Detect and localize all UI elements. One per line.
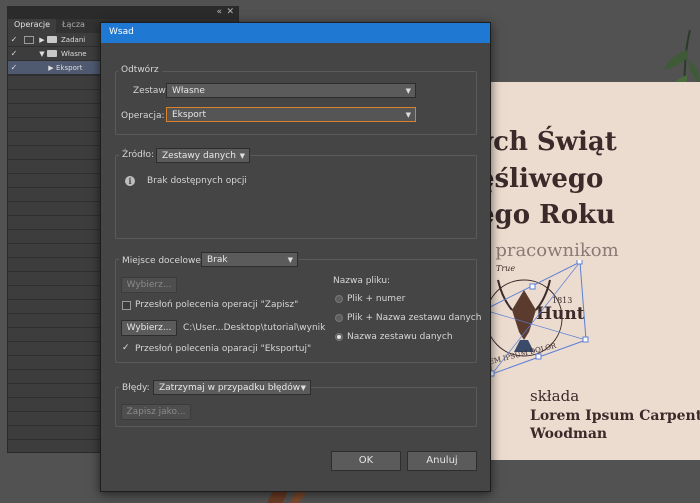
chevron-down-icon: ▼: [300, 384, 306, 392]
action-row-label: Własne: [61, 49, 87, 58]
folder-icon: [47, 50, 57, 57]
dialog-toggle-icon[interactable]: [24, 64, 34, 72]
info-icon: i: [125, 176, 135, 186]
expand-arrow-icon[interactable]: ▶: [37, 36, 47, 44]
artboard-subheading: n pracownikom: [478, 240, 619, 261]
destination-path: C:\User...Desktop\tutorial\wynik: [183, 323, 326, 333]
source-dropdown-value: Zestawy danych: [162, 151, 236, 161]
batch-dialog: Wsad Odtwórz Zestaw: Własne ▼ Operacja: …: [100, 22, 491, 492]
cancel-button[interactable]: Anuluj: [407, 451, 477, 471]
action-dropdown-value: Eksport: [172, 110, 207, 120]
choose-button-disabled[interactable]: Wybierz...: [121, 277, 177, 293]
dialog-title[interactable]: Wsad: [101, 23, 490, 43]
chevron-down-icon: ▼: [287, 256, 293, 264]
artboard[interactable]: ych Świąt ęśliwego ego Roku n pracowniko…: [470, 82, 700, 460]
check-icon[interactable]: ✓: [8, 35, 20, 44]
artboard-text-name: Woodman: [530, 426, 608, 442]
override-save-label: Przesłoń polecenia operacji "Zapisz": [135, 300, 299, 310]
filename-option-label: Plik + numer: [347, 294, 406, 304]
override-save-checkbox[interactable]: [122, 301, 131, 310]
filename-option-label: Plik + Nazwa zestawu danych: [347, 313, 482, 323]
artboard-text-name: Lorem Ipsum Carpenter: [530, 408, 700, 424]
collapse-panel-icon[interactable]: «: [216, 7, 222, 17]
action-row-label: Eksport: [56, 63, 83, 72]
errors-dropdown-value: Zatrzymaj w przypadku błędów: [159, 383, 301, 393]
artboard-heading-line: ych Świąt: [478, 127, 617, 157]
panel-topbar: « ✕: [8, 7, 238, 19]
ok-button[interactable]: OK: [331, 451, 401, 471]
close-panel-icon[interactable]: ✕: [226, 7, 234, 17]
override-export-label: Przesłoń polecenia oparacji "Eksportuj": [135, 344, 312, 354]
chevron-down-icon: ▼: [405, 87, 411, 95]
source-group: [115, 155, 477, 239]
artboard-text-sklada: składa: [530, 387, 580, 405]
source-info-text: Brak dostępnych opcji: [147, 176, 247, 186]
action-label: Operacja:: [121, 111, 165, 121]
set-dropdown[interactable]: Własne ▼: [166, 83, 416, 98]
source-dropdown[interactable]: Zestawy danych ▼: [156, 148, 250, 163]
dialog-toggle-icon[interactable]: [24, 50, 34, 58]
check-icon[interactable]: ✓: [8, 49, 20, 58]
choose-folder-button[interactable]: Wybierz...: [121, 320, 177, 336]
artboard-heading-line: ęśliwego: [478, 164, 604, 194]
filename-radio-file-dataset[interactable]: [335, 314, 343, 322]
set-label: Zestaw:: [133, 86, 169, 96]
destination-dropdown[interactable]: Brak ▼: [201, 252, 298, 267]
tab-links[interactable]: Łącza: [56, 19, 91, 33]
save-as-button[interactable]: Zapisz jako...: [121, 404, 191, 420]
checkmark-icon[interactable]: ✓: [122, 344, 130, 353]
filename-label: Nazwa pliku:: [333, 276, 391, 286]
destination-dropdown-value: Brak: [207, 255, 228, 265]
folder-icon: [47, 36, 57, 43]
collapse-arrow-icon[interactable]: ▼: [37, 50, 47, 58]
errors-dropdown[interactable]: Zatrzymaj w przypadku błędów ▼: [153, 380, 311, 395]
filename-radio-file-number[interactable]: [335, 295, 343, 303]
dialog-toggle-icon[interactable]: [24, 35, 34, 44]
filename-option-label: Nazwa zestawu danych: [347, 332, 453, 342]
source-label: Źródło:: [119, 150, 157, 160]
action-row-label: Zadani: [61, 35, 86, 44]
expand-arrow-icon[interactable]: ▶: [46, 64, 56, 72]
errors-label: Błędy:: [119, 383, 153, 393]
set-dropdown-value: Własne: [172, 86, 205, 96]
destination-label: Miejsce docelowe:: [119, 256, 207, 266]
action-dropdown[interactable]: Eksport ▼: [166, 107, 416, 122]
selection-bounding-box[interactable]: [480, 260, 590, 378]
tab-actions[interactable]: Operacje: [8, 19, 57, 33]
artboard-heading-line: ego Roku: [478, 200, 615, 230]
play-group-label: Odtwórz: [118, 65, 162, 75]
play-group: [115, 71, 477, 135]
filename-radio-dataset[interactable]: [335, 333, 343, 341]
check-icon[interactable]: ✓: [8, 63, 20, 72]
chevron-down-icon: ▼: [405, 111, 411, 119]
chevron-down-icon: ▼: [239, 152, 245, 160]
